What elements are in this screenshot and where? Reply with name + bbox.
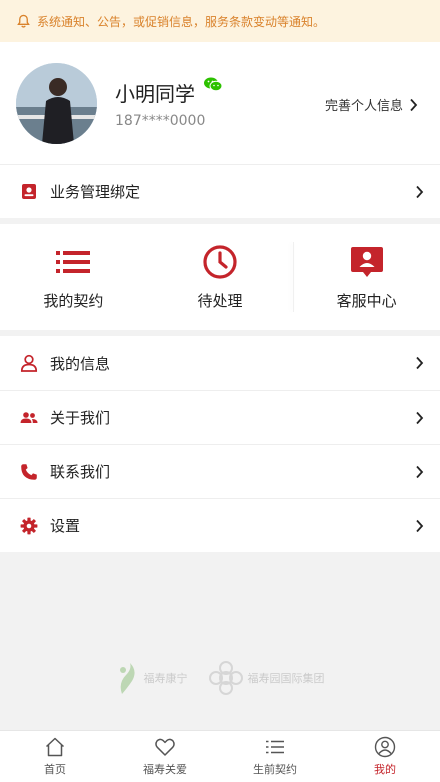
tab-label: 生前契约 <box>253 763 297 776</box>
menu-contact-us[interactable]: 联系我们 <box>0 444 440 498</box>
quick-actions: 我的契约 待处理 客服中心 <box>0 224 440 330</box>
business-binding-label: 业务管理绑定 <box>50 183 141 201</box>
chevron-right-icon <box>416 519 424 532</box>
tab-label: 福寿关爱 <box>143 763 187 776</box>
quick-pending[interactable]: 待处理 <box>147 224 294 330</box>
flower-logo-icon <box>208 661 243 695</box>
wechat-icon <box>204 77 223 92</box>
menu-label: 联系我们 <box>50 463 111 481</box>
complete-profile-link[interactable]: 完善个人信息 <box>325 95 418 114</box>
phone-icon <box>21 463 37 480</box>
quick-label: 我的契约 <box>43 291 104 310</box>
chevron-right-icon <box>416 185 424 198</box>
gear-icon <box>20 517 38 534</box>
group-icon <box>20 411 38 423</box>
complete-profile-label: 完善个人信息 <box>324 99 403 114</box>
list-icon <box>266 740 284 754</box>
avatar[interactable] <box>16 62 97 144</box>
chevron-right-icon <box>416 465 424 478</box>
footer-logos: 福寿康宁 福寿园国际集团 <box>0 660 440 696</box>
menu-my-info[interactable]: 我的信息 <box>0 336 440 390</box>
id-card-icon <box>22 183 36 199</box>
notice-text: 系统通知、公告，或促销信息，服务条款变动等通知。 <box>37 14 326 29</box>
tab-contracts[interactable]: 生前契约 <box>220 731 330 782</box>
user-icon <box>20 354 38 372</box>
chevron-right-icon <box>416 411 424 424</box>
fushou-kangning-logo: 福寿康宁 <box>116 661 188 695</box>
menu-about-us[interactable]: 关于我们 <box>0 390 440 444</box>
fushouyuan-group-logo: 福寿园国际集团 <box>208 660 325 696</box>
notice-bar[interactable]: 系统通知、公告，或促销信息，服务条款变动等通知。 <box>0 0 440 42</box>
home-icon <box>45 737 65 757</box>
logo-text: 福寿康宁 <box>143 672 188 685</box>
menu-settings[interactable]: 设置 <box>0 498 440 552</box>
menu-label: 设置 <box>50 517 81 535</box>
list-icon <box>56 250 91 273</box>
menu-label: 关于我们 <box>50 409 111 427</box>
chevron-right-icon <box>410 98 418 111</box>
chat-person-icon <box>350 246 383 277</box>
quick-service-center[interactable]: 客服中心 <box>293 224 440 330</box>
user-name: 小明同学 <box>115 81 195 106</box>
business-binding-row[interactable]: 业务管理绑定 <box>0 164 440 218</box>
quick-my-contracts[interactable]: 我的契约 <box>0 224 147 330</box>
chevron-right-icon <box>416 356 424 370</box>
menu-label: 我的信息 <box>50 354 111 373</box>
quick-label: 待处理 <box>197 291 243 310</box>
logo-text: 福寿园国际集团 <box>247 672 325 685</box>
leaf-logo-icon <box>119 663 135 694</box>
tab-mine[interactable]: 我的 <box>330 731 440 782</box>
tab-label: 首页 <box>44 763 66 776</box>
tab-home[interactable]: 首页 <box>0 731 110 782</box>
tab-label: 我的 <box>374 763 396 776</box>
clock-icon <box>203 244 237 279</box>
tab-care[interactable]: 福寿关爱 <box>110 731 220 782</box>
profile-icon <box>374 736 396 758</box>
bottom-tab-bar: 首页 福寿关爱 生前契约 我的 <box>0 730 440 782</box>
profile-card[interactable]: 小明同学 187****0000 完善个人信息 <box>0 42 440 164</box>
quick-label: 客服中心 <box>336 291 397 310</box>
user-phone: 187****0000 <box>115 112 206 129</box>
bell-icon <box>17 14 30 28</box>
heart-icon <box>155 738 175 756</box>
